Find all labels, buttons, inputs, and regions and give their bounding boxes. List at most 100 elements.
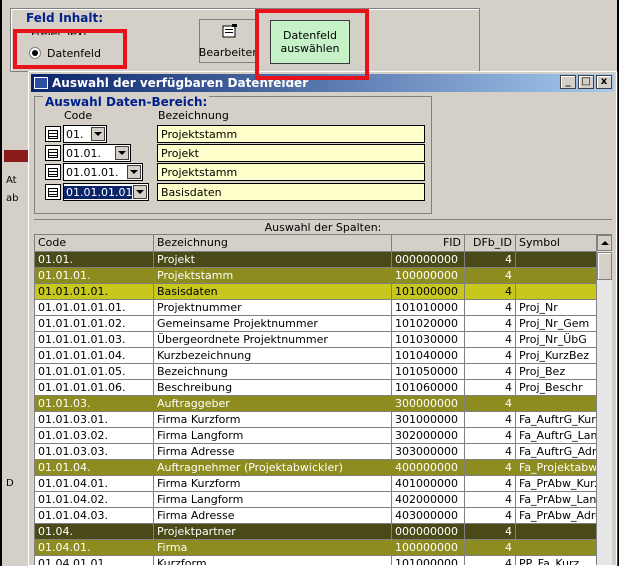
chevron-down-icon[interactable] [133, 185, 147, 199]
cell-dfb-id: 4 [465, 300, 516, 315]
cell-dfb-id: 4 [465, 284, 516, 299]
cell-code: 01.01.04. [35, 460, 154, 475]
cell-symbol: Proj_KurzBez [516, 348, 597, 363]
datenfeld-auswaehlen-button[interactable]: Datenfeld auswählen [270, 20, 350, 64]
bearbeiten-button[interactable]: Bearbeiten [199, 19, 259, 63]
table-row[interactable]: 01.01.01.01.06. Beschreibung 101060000 4 Pro… [35, 380, 612, 396]
cell-dfb-id: 4 [465, 396, 516, 411]
code-combo[interactable]: 01.01. [63, 144, 131, 162]
cell-fid: 400000000 [392, 460, 465, 475]
bezeichnung-field: Projektstamm [157, 163, 425, 181]
table-row[interactable]: 01.01.04.02. Firma Langform 402000000 4 Fa_P… [35, 492, 612, 508]
cell-dfb-id: 4 [465, 476, 516, 491]
radio-datenfeld[interactable]: Datenfeld [29, 44, 101, 62]
datenfeld-button-line1: Datenfeld [283, 29, 337, 42]
cell-fid: 101030000 [392, 332, 465, 347]
close-icon[interactable]: x [596, 75, 612, 89]
code-combo-value: 01. [66, 127, 84, 141]
cell-code: 01.04.01. [35, 540, 154, 555]
cell-code: 01.01.01.01.05. [35, 364, 154, 379]
cell-symbol: Fa_Projektabwic [516, 460, 597, 475]
table-row[interactable]: 01.01.01. Projektstamm 100000000 4 [35, 268, 612, 284]
col-header-symbol[interactable]: Symbol [516, 235, 597, 251]
scroll-thumb[interactable] [597, 252, 612, 280]
selector-row: 01.01.01.01 [45, 183, 149, 201]
cell-symbol: Fa_AuftrG_Lang [516, 428, 597, 443]
table-icon[interactable] [45, 145, 61, 161]
table-icon[interactable] [45, 164, 61, 180]
maximize-icon[interactable]: □ [578, 75, 594, 89]
left-fragment-1: At [6, 175, 17, 186]
radio-button-icon[interactable] [29, 47, 41, 59]
table-icon[interactable] [45, 184, 61, 200]
cell-dfb-id: 4 [465, 540, 516, 555]
cell-code: 01.01.04.01. [35, 476, 154, 491]
minimize-icon[interactable]: _ [560, 75, 576, 89]
col-header-code[interactable]: Code [35, 235, 154, 251]
cell-dfb-id: 4 [465, 556, 516, 565]
cell-code: 01.01.04.03. [35, 508, 154, 523]
scroll-up-icon[interactable] [597, 235, 612, 251]
groupbox-title: Feld Inhalt: [23, 11, 107, 25]
bearbeiten-label: Bearbeiten [198, 46, 260, 59]
table-row[interactable]: 01.04. Projektpartner 000000000 4 [35, 524, 612, 540]
table-row[interactable]: 01.01. Projekt 000000000 4 [35, 252, 612, 268]
table-row[interactable]: 01.01.01.01.01. Projektnummer 101010000 4 Pr… [35, 300, 612, 316]
cell-fid: 101040000 [392, 348, 465, 363]
cell-symbol [516, 252, 597, 267]
grid-body: 01.01. Projekt 000000000 4 01.01.01. Projekts… [35, 252, 612, 565]
radio-datenfeld-label: Datenfeld [47, 46, 101, 60]
cell-dfb-id: 4 [465, 380, 516, 395]
code-combo[interactable]: 01.01.01. [63, 163, 143, 181]
chevron-down-icon[interactable] [127, 165, 141, 179]
cell-fid: 303000000 [392, 444, 465, 459]
cell-code: 01.04. [35, 524, 154, 539]
cell-code: 01.01.01.01.02. [35, 316, 154, 331]
table-row[interactable]: 01.01.03.02. Firma Langform 302000000 4 Fa_A… [35, 428, 612, 444]
cell-fid: 401000000 [392, 476, 465, 491]
dialog-titlebar[interactable]: Auswahl der verfügbaren Datenfelder _ □ … [31, 74, 614, 92]
table-row[interactable]: 01.01.01.01.05. Bezeichnung 101050000 4 Proj… [35, 364, 612, 380]
table-row[interactable]: 01.04.01.01. Kurzform 101000000 4 PP_Fa_Kurz [35, 556, 612, 565]
cell-fid: 000000000 [392, 524, 465, 539]
table-row[interactable]: 01.01.01.01. Basisdaten 101000000 4 [35, 284, 612, 300]
table-icon[interactable] [45, 126, 61, 142]
table-row[interactable]: 01.01.03.01. Firma Kurzform 301000000 4 Fa_A… [35, 412, 612, 428]
cell-dfb-id: 4 [465, 444, 516, 459]
chevron-down-icon[interactable] [115, 146, 129, 160]
vertical-scrollbar[interactable] [596, 235, 612, 565]
code-combo[interactable]: 01.01.01.01 [63, 183, 149, 201]
cell-code: 01.01.03.02. [35, 428, 154, 443]
cell-fid: 101000000 [392, 284, 465, 299]
table-row[interactable]: 01.01.04.01. Firma Kurzform 401000000 4 Fa_P… [35, 476, 612, 492]
cell-bezeichnung: Projektnummer [154, 300, 392, 315]
col-header-dfb-id[interactable]: DFb_ID [465, 235, 516, 251]
table-row[interactable]: 01.01.01.01.03. Übergeordnete Projektnumm… [35, 332, 612, 348]
cell-bezeichnung: Firma [154, 540, 392, 555]
table-row[interactable]: 01.01.03.03. Firma Adresse 303000000 4 Fa_Au… [35, 444, 612, 460]
col-header-fid[interactable]: FID [392, 235, 465, 251]
cell-code: 01.01.03.01. [35, 412, 154, 427]
bezeichnung-field: Projektstamm [157, 125, 425, 143]
cell-fid: 402000000 [392, 492, 465, 507]
col-header-bezeichnung[interactable]: Bezeichnung [154, 235, 392, 251]
cell-dfb-id: 4 [465, 316, 516, 331]
grid-caption: Auswahl der Spalten: [34, 219, 612, 235]
table-row[interactable]: 01.01.03. Auftraggeber 300000000 4 [35, 396, 612, 412]
cell-bezeichnung: Firma Kurzform [154, 412, 392, 427]
radio-freier-text-fragment[interactable]: Freier Text [31, 27, 101, 35]
cell-symbol: Fa_AuftrG_Kurz [516, 412, 597, 427]
cell-fid: 100000000 [392, 268, 465, 283]
table-row[interactable]: 01.01.04. Auftragnehmer (Projektabwickler… [35, 460, 612, 476]
table-row[interactable]: 01.01.01.01.02. Gemeinsame Projektnummer 1… [35, 316, 612, 332]
cell-symbol: Fa_PrAbw_Lang [516, 492, 597, 507]
cell-symbol [516, 524, 597, 539]
cell-dfb-id: 4 [465, 492, 516, 507]
table-row[interactable]: 01.04.01. Firma 100000000 4 [35, 540, 612, 556]
table-row[interactable]: 01.01.01.01.04. Kurzbezeichnung 101040000 4… [35, 348, 612, 364]
left-fragment-2: ab [6, 193, 19, 204]
table-row[interactable]: 01.01.04.03. Firma Adresse 403000000 4 Fa_Pr… [35, 508, 612, 524]
cell-code: 01.01.01.01. [35, 284, 154, 299]
code-combo[interactable]: 01. [63, 125, 107, 143]
chevron-down-icon[interactable] [91, 127, 105, 141]
